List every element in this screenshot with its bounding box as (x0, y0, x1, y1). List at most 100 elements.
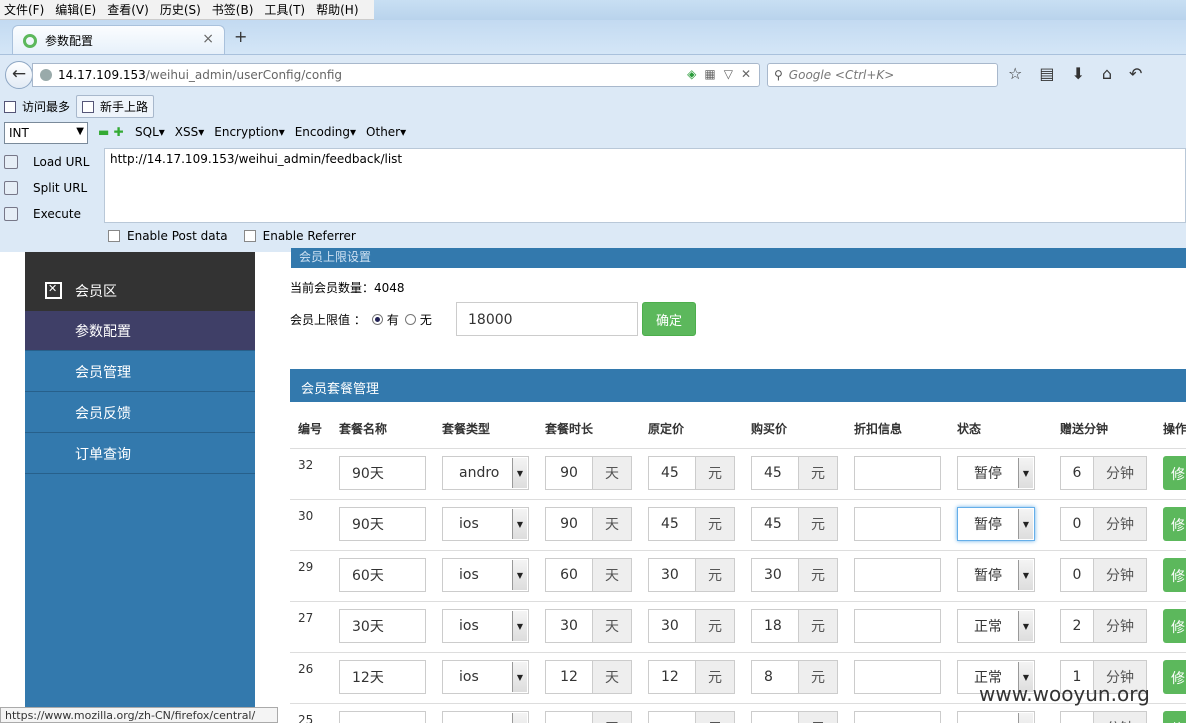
price-input[interactable]: 45 (751, 507, 799, 541)
days-input[interactable]: 90 (545, 507, 593, 541)
discount-input[interactable] (854, 558, 941, 592)
limit-input[interactable]: 18000 (456, 302, 638, 336)
edit-button[interactable]: 修 (1163, 711, 1186, 723)
days-input[interactable] (545, 711, 593, 723)
shield-icon[interactable]: ◈ (687, 67, 696, 81)
status-select[interactable]: ▼ (957, 711, 1035, 723)
plus-minus-icon[interactable]: ▬ ✚ (98, 125, 124, 139)
star-icon[interactable]: ☆ (1008, 64, 1022, 83)
edit-button[interactable]: 修 (1163, 660, 1186, 694)
undo-icon[interactable]: ↶ (1129, 64, 1142, 83)
menu-other[interactable]: Other▾ (366, 125, 406, 139)
type-select[interactable]: ios ▼ (442, 609, 529, 643)
orig-price-input[interactable]: 30 (648, 609, 696, 643)
sidebar-item-config[interactable]: 参数配置 (25, 311, 255, 351)
menu-xss[interactable]: XSS▾ (175, 125, 204, 139)
price-input[interactable]: 18 (751, 609, 799, 643)
minutes-input[interactable]: 0 (1060, 558, 1094, 592)
menu-item[interactable]: 工具(T) (264, 1, 305, 18)
menu-encoding[interactable]: Encoding▾ (295, 125, 356, 139)
menu-item[interactable]: 帮助(H) (316, 1, 358, 18)
hackbar-select[interactable]: INT ▼ (4, 122, 88, 144)
name-input[interactable]: 90天 (339, 507, 426, 541)
type-select[interactable]: andro ▼ (442, 456, 529, 490)
sidebar-item-orders[interactable]: 订单查询 (25, 434, 255, 474)
menu-item[interactable]: 编辑(E) (55, 1, 96, 18)
price-input[interactable]: 30 (751, 558, 799, 592)
split-url-button[interactable]: Split URL (4, 175, 89, 201)
radio-no[interactable] (404, 314, 416, 325)
type-select[interactable]: ios ▼ (442, 507, 529, 541)
bookmark-most-visited[interactable]: 访问最多 (4, 98, 70, 115)
edit-button[interactable]: 修 (1163, 456, 1186, 490)
discount-input[interactable] (854, 507, 941, 541)
close-icon[interactable]: ✕ (741, 67, 751, 81)
discount-input[interactable] (854, 456, 941, 490)
discount-input[interactable] (854, 660, 941, 694)
name-input[interactable] (339, 711, 426, 723)
orig-price-input[interactable]: 45 (648, 456, 696, 490)
radio-yes[interactable] (371, 314, 383, 325)
orig-price-input[interactable] (648, 711, 696, 723)
discount-input[interactable] (854, 711, 941, 723)
url-bar[interactable]: 14.17.109.153/weihui_admin/userConfig/co… (32, 63, 760, 87)
load-url-button[interactable]: Load URL (4, 149, 89, 175)
name-input[interactable]: 12天 (339, 660, 426, 694)
download-icon[interactable]: ⬇ (1071, 64, 1084, 83)
orig-price-input[interactable]: 12 (648, 660, 696, 694)
type-select[interactable]: ▼ (442, 711, 529, 723)
name-input[interactable]: 90天 (339, 456, 426, 490)
menu-item[interactable]: 历史(S) (160, 1, 201, 18)
execute-button[interactable]: Execute (4, 201, 89, 227)
menu-encryption[interactable]: Encryption▾ (214, 125, 284, 139)
menu-item[interactable]: 书签(B) (212, 1, 254, 18)
member-count: 当前会员数量：4048 (290, 281, 405, 295)
days-input[interactable]: 60 (545, 558, 593, 592)
hackbar-url-textarea[interactable]: http://14.17.109.153/weihui_admin/feedba… (104, 148, 1186, 223)
menu-sql[interactable]: SQL▾ (135, 125, 165, 139)
post-data-checkbox[interactable]: Enable Post data (108, 229, 228, 243)
minutes-input[interactable]: 6 (1060, 456, 1094, 490)
status-select[interactable]: 暂停 ▼ (957, 456, 1035, 490)
referrer-checkbox[interactable]: Enable Referrer (243, 229, 356, 243)
edit-button[interactable]: 修 (1163, 609, 1186, 643)
type-select[interactable]: ios ▼ (442, 660, 529, 694)
minutes-input[interactable]: 2 (1060, 609, 1094, 643)
new-tab-button[interactable]: + (234, 27, 247, 46)
split-label: Split URL (33, 181, 88, 195)
tab-active[interactable]: 参数配置 × (12, 25, 225, 55)
discount-input[interactable] (854, 609, 941, 643)
back-button[interactable]: ← (5, 61, 33, 89)
confirm-button[interactable]: 确定 (642, 302, 696, 336)
qr-icon[interactable]: ▦ (704, 67, 715, 81)
sidebar-item-members[interactable]: 会员管理 (25, 352, 255, 392)
days-input[interactable]: 12 (545, 660, 593, 694)
close-tab-icon[interactable]: × (202, 31, 214, 47)
sidebar-section-member[interactable]: 会员区 (25, 270, 255, 311)
edit-button[interactable]: 修 (1163, 507, 1186, 541)
price-input[interactable] (751, 711, 799, 723)
orig-price-input[interactable]: 30 (648, 558, 696, 592)
status-select[interactable]: 暂停 ▼ (957, 507, 1035, 541)
name-input[interactable]: 60天 (339, 558, 426, 592)
edit-button[interactable]: 修 (1163, 558, 1186, 592)
status-select[interactable]: 暂停 ▼ (957, 558, 1035, 592)
minutes-input[interactable]: 0 (1060, 507, 1094, 541)
menu-item[interactable]: 查看(V) (107, 1, 149, 18)
price-input[interactable]: 45 (751, 456, 799, 490)
name-input[interactable]: 30天 (339, 609, 426, 643)
home-icon[interactable]: ⌂ (1102, 64, 1112, 83)
orig-price-input[interactable]: 45 (648, 507, 696, 541)
status-select[interactable]: 正常 ▼ (957, 609, 1035, 643)
days-input[interactable]: 90 (545, 456, 593, 490)
reading-list-icon[interactable]: ▤ (1039, 64, 1054, 83)
minutes-input[interactable] (1060, 711, 1094, 723)
type-select[interactable]: ios ▼ (442, 558, 529, 592)
search-input[interactable]: ⚲ Google <Ctrl+K> (767, 63, 998, 87)
price-input[interactable]: 8 (751, 660, 799, 694)
days-input[interactable]: 30 (545, 609, 593, 643)
menu-item[interactable]: 文件(F) (4, 1, 44, 18)
sidebar-item-feedback[interactable]: 会员反馈 (25, 393, 255, 433)
dropdown-icon[interactable]: ▽ (724, 67, 733, 81)
bookmark-getting-started[interactable]: 新手上路 (76, 95, 155, 118)
